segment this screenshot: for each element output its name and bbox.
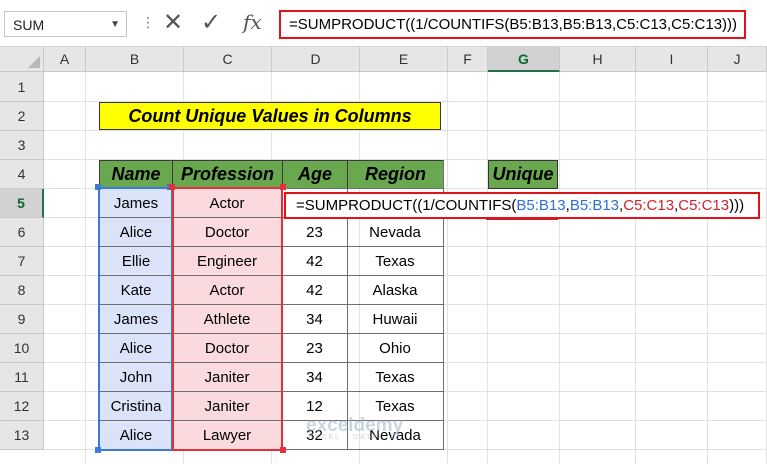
column-header-e[interactable]: E bbox=[360, 47, 448, 72]
cell-age[interactable]: 42 bbox=[282, 247, 348, 276]
cell-region[interactable]: Ohio bbox=[347, 334, 444, 363]
cell-name[interactable]: James bbox=[99, 189, 173, 218]
cell-profession[interactable]: Lawyer bbox=[172, 421, 283, 450]
row-header-4[interactable]: 4 bbox=[0, 160, 44, 189]
formula-ref: B5:B13 bbox=[569, 197, 620, 214]
row-header-10[interactable]: 10 bbox=[0, 334, 44, 363]
cell-name[interactable]: Ellie bbox=[99, 247, 173, 276]
cell-name[interactable]: Alice bbox=[99, 421, 173, 450]
cell-name[interactable]: Kate bbox=[99, 276, 173, 305]
column-header-f[interactable]: F bbox=[448, 47, 488, 72]
select-all-button[interactable] bbox=[0, 47, 44, 72]
cell-age[interactable]: 34 bbox=[282, 305, 348, 334]
row-header-12[interactable]: 12 bbox=[0, 392, 44, 421]
cell-region[interactable]: Texas bbox=[347, 247, 444, 276]
range-handle[interactable] bbox=[169, 184, 175, 190]
row-header-9[interactable]: 9 bbox=[0, 305, 44, 334]
header-region[interactable]: Region bbox=[347, 160, 444, 189]
column-header-j[interactable]: J bbox=[708, 47, 767, 72]
header-name[interactable]: Name bbox=[99, 160, 173, 189]
range-handle[interactable] bbox=[95, 447, 101, 453]
row-header-11[interactable]: 11 bbox=[0, 363, 44, 392]
header-age[interactable]: Age bbox=[282, 160, 348, 189]
range-handle[interactable] bbox=[95, 184, 101, 190]
enter-icon[interactable]: ✓ bbox=[201, 8, 221, 37]
gridline bbox=[44, 130, 767, 131]
row-header-5[interactable]: 5 bbox=[0, 189, 44, 218]
column-header-b[interactable]: B bbox=[86, 47, 184, 72]
header-profession[interactable]: Profession bbox=[172, 160, 283, 189]
formula-ref: C5:C13 bbox=[678, 197, 730, 214]
cell-region[interactable]: Texas bbox=[347, 363, 444, 392]
range-handle[interactable] bbox=[280, 184, 286, 190]
column-header-c[interactable]: C bbox=[184, 47, 272, 72]
cell-profession[interactable]: Engineer bbox=[172, 247, 283, 276]
row-header-1[interactable]: 1 bbox=[0, 72, 44, 102]
cell-profession[interactable]: Actor bbox=[172, 276, 283, 305]
row-header-6[interactable]: 6 bbox=[0, 218, 44, 247]
name-box[interactable]: SUM ▼ bbox=[4, 11, 127, 37]
cell-formula-editor[interactable]: =SUMPRODUCT((1/COUNTIFS(B5:B13,B5:B13,C5… bbox=[284, 192, 760, 219]
column-header-d[interactable]: D bbox=[272, 47, 360, 72]
formula-bar: SUM ▼ ⋮ ✕ ✓ fx =SUMPRODUCT((1/COUNTIFS(B… bbox=[0, 0, 767, 47]
row-header-8[interactable]: 8 bbox=[0, 276, 44, 305]
cell-profession[interactable]: Athlete bbox=[172, 305, 283, 334]
cell-region[interactable]: Alaska bbox=[347, 276, 444, 305]
range-handle[interactable] bbox=[280, 447, 286, 453]
row-header-3[interactable]: 3 bbox=[0, 131, 44, 160]
watermark-text: exceldemy bbox=[306, 415, 404, 436]
cell-region[interactable]: Huwaii bbox=[347, 305, 444, 334]
formula-input[interactable]: =SUMPRODUCT((1/COUNTIFS(B5:B13,B5:B13,C5… bbox=[279, 10, 746, 39]
watermark-subtext: EXCEL · DATA · BI bbox=[308, 434, 402, 441]
watermark-logo: exceldemy EXCEL · DATA · BI bbox=[306, 415, 403, 441]
cell-profession[interactable]: Janiter bbox=[172, 363, 283, 392]
column-header-g[interactable]: G bbox=[488, 47, 560, 72]
cell-profession[interactable]: Doctor bbox=[172, 334, 283, 363]
unique-header[interactable]: Unique bbox=[488, 160, 558, 189]
cell-name[interactable]: John bbox=[99, 363, 173, 392]
cell-name[interactable]: Alice bbox=[99, 218, 173, 247]
row-header-7[interactable]: 7 bbox=[0, 247, 44, 276]
cell-name[interactable]: Cristina bbox=[99, 392, 173, 421]
column-header-i[interactable]: I bbox=[636, 47, 708, 72]
formula-suffix: ))) bbox=[729, 197, 745, 214]
column-header-h[interactable]: H bbox=[560, 47, 636, 72]
cell-age[interactable]: 34 bbox=[282, 363, 348, 392]
cell-age[interactable]: 42 bbox=[282, 276, 348, 305]
column-header-a[interactable]: A bbox=[44, 47, 86, 72]
insert-function-icon[interactable]: fx bbox=[243, 10, 262, 34]
formula-ref: B5:B13 bbox=[516, 197, 566, 214]
cell-profession[interactable]: Janiter bbox=[172, 392, 283, 421]
formula-prefix: =SUMPRODUCT((1/COUNTIFS( bbox=[296, 197, 517, 214]
cell-profession[interactable]: Doctor bbox=[172, 218, 283, 247]
cell-age[interactable]: 23 bbox=[282, 218, 348, 247]
chevron-down-icon[interactable]: ▼ bbox=[110, 12, 120, 38]
sheet-title[interactable]: Count Unique Values in Columns bbox=[99, 102, 441, 130]
formula-text: =SUMPRODUCT((1/COUNTIFS(B5:B13,B5:B13,C5… bbox=[289, 16, 738, 33]
cancel-icon[interactable]: ✕ bbox=[163, 8, 183, 37]
cell-profession[interactable]: Actor bbox=[172, 189, 283, 218]
cell-name[interactable]: Alice bbox=[99, 334, 173, 363]
cell-name[interactable]: James bbox=[99, 305, 173, 334]
name-box-value: SUM bbox=[13, 17, 45, 33]
more-options-icon[interactable]: ⋮ bbox=[141, 14, 155, 31]
row-header-2[interactable]: 2 bbox=[0, 102, 44, 131]
formula-ref: C5:C13 bbox=[623, 197, 675, 214]
cell-age[interactable]: 23 bbox=[282, 334, 348, 363]
cell-region[interactable]: Nevada bbox=[347, 218, 444, 247]
row-header-13[interactable]: 13 bbox=[0, 421, 44, 450]
